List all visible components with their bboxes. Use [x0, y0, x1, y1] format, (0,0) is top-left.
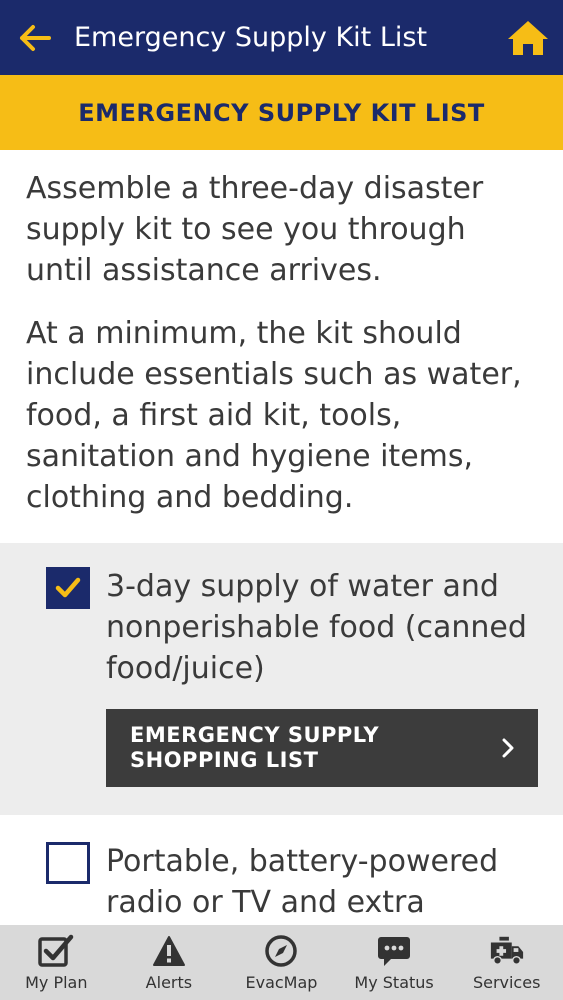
tab-my-status[interactable]: My Status: [338, 925, 451, 1000]
tab-evacmap[interactable]: EvacMap: [225, 925, 338, 1000]
item-checkbox-checked[interactable]: [46, 567, 90, 609]
top-app-bar: Emergency Supply Kit List: [0, 0, 563, 75]
tab-alerts[interactable]: Alerts: [113, 925, 226, 1000]
checklist-item: 3-day supply of water and nonperishable …: [0, 543, 563, 815]
checklist-icon: [38, 933, 74, 969]
tab-label: Alerts: [145, 973, 193, 992]
tab-label: Services: [472, 973, 541, 992]
item-checkbox-unchecked[interactable]: [46, 842, 90, 884]
back-button[interactable]: [0, 0, 70, 75]
checklist-item-text: Portable, battery-powered radio or TV an…: [106, 844, 499, 920]
home-icon: [508, 20, 548, 55]
banner-title: EMERGENCY SUPPLY KIT LIST: [78, 98, 485, 127]
shopping-list-button[interactable]: EMERGENCY SUPPLY SHOPPING LIST: [106, 709, 538, 787]
tab-label: My Plan: [25, 973, 88, 992]
tab-label: My Status: [354, 973, 434, 992]
chat-bubble-icon: [376, 933, 412, 969]
intro-paragraph-2: At a minimum, the kit should include ess…: [26, 316, 522, 515]
warning-icon: [151, 933, 187, 969]
checkmark-icon: [55, 577, 81, 598]
shopping-list-button-label: EMERGENCY SUPPLY SHOPPING LIST: [130, 723, 380, 772]
section-banner: EMERGENCY SUPPLY KIT LIST: [0, 75, 563, 150]
supply-checklist: 3-day supply of water and nonperishable …: [0, 543, 563, 951]
chevron-right-icon: [498, 738, 518, 758]
back-arrow-icon: [20, 24, 51, 51]
home-button[interactable]: [493, 0, 563, 75]
intro-paragraph-1: Assemble a three-day disaster supply kit…: [26, 171, 484, 288]
tab-my-plan[interactable]: My Plan: [0, 925, 113, 1000]
bottom-tab-bar: My Plan Alerts EvacMap My Status Service…: [0, 925, 563, 1000]
page-title: Emergency Supply Kit List: [74, 22, 428, 53]
tab-label: EvacMap: [245, 973, 318, 992]
checklist-item-text: 3-day supply of water and nonperishable …: [106, 569, 527, 686]
ambulance-icon: [489, 933, 525, 969]
compass-icon: [263, 933, 299, 969]
tab-services[interactable]: Services: [450, 925, 563, 1000]
intro-text: Assemble a three-day disaster supply kit…: [26, 168, 541, 540]
